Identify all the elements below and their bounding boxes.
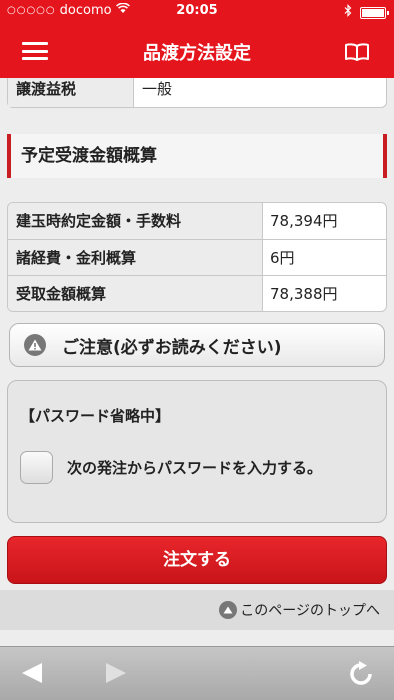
row-value: 78,394円 (270, 212, 338, 230)
tax-value: 一般 (142, 80, 173, 98)
section-heading: 予定受渡金額概算 (7, 134, 387, 178)
password-checkbox[interactable] (20, 451, 53, 484)
table-row: 建玉時約定金額・手数料 78,394円 (8, 203, 386, 239)
book-icon[interactable] (344, 42, 370, 62)
row-label: 諸経費・金利概算 (8, 240, 263, 275)
clock: 20:05 (176, 3, 218, 18)
password-checkbox-label[interactable]: 次の発注からパスワードを入力する。 (67, 457, 322, 478)
forward-arrow-icon[interactable] (104, 662, 128, 688)
status-bar: ○○○○○ docomo 20:05 (0, 0, 394, 22)
notice-button[interactable]: ご注意(必ずお読みください) (9, 323, 385, 367)
status-indicators (344, 4, 389, 21)
warning-icon (24, 334, 46, 356)
notice-label: ご注意(必ずお読みください) (62, 337, 282, 358)
password-heading: 【パスワード省略中】 (20, 407, 171, 425)
order-button[interactable]: 注文する (7, 536, 387, 584)
table-row: 受取金額概算 78,388円 (8, 275, 386, 311)
tax-label: 譲渡益税 (8, 78, 134, 107)
row-label: 建玉時約定金額・手数料 (8, 203, 263, 239)
page-title: 品渡方法設定 (143, 43, 251, 64)
settlement-summary-table: 建玉時約定金額・手数料 78,394円 諸経費・金利概算 6円 受取金額概算 7… (7, 202, 387, 312)
table-row: 諸経費・金利概算 6円 (8, 239, 386, 275)
page-top-bar: このページのトップへ (0, 590, 394, 630)
battery-icon (360, 6, 389, 19)
navigation-bar: 品渡方法設定 (0, 22, 394, 78)
browser-toolbar (0, 646, 394, 700)
password-option[interactable]: 次の発注からパスワードを入力する。 (20, 451, 322, 484)
page-top-label[interactable]: このページのトップへ (240, 600, 380, 620)
back-arrow-icon[interactable] (20, 662, 44, 688)
main-content[interactable]: 譲渡益税 一般 予定受渡金額概算 建玉時約定金額・手数料 78,394円 諸経費… (0, 78, 394, 646)
row-label: 受取金額概算 (8, 276, 263, 311)
bluetooth-icon (344, 4, 352, 21)
tax-row: 譲渡益税 一般 (7, 78, 387, 108)
page-top-link[interactable]: このページのトップへ (219, 600, 380, 620)
row-value: 6円 (270, 249, 295, 267)
arrow-up-circle-icon (219, 601, 238, 619)
password-panel: 【パスワード省略中】 次の発注からパスワードを入力する。 (7, 380, 387, 523)
row-value: 78,388円 (270, 285, 338, 303)
battery-level (362, 8, 384, 17)
reload-icon[interactable] (348, 661, 374, 691)
